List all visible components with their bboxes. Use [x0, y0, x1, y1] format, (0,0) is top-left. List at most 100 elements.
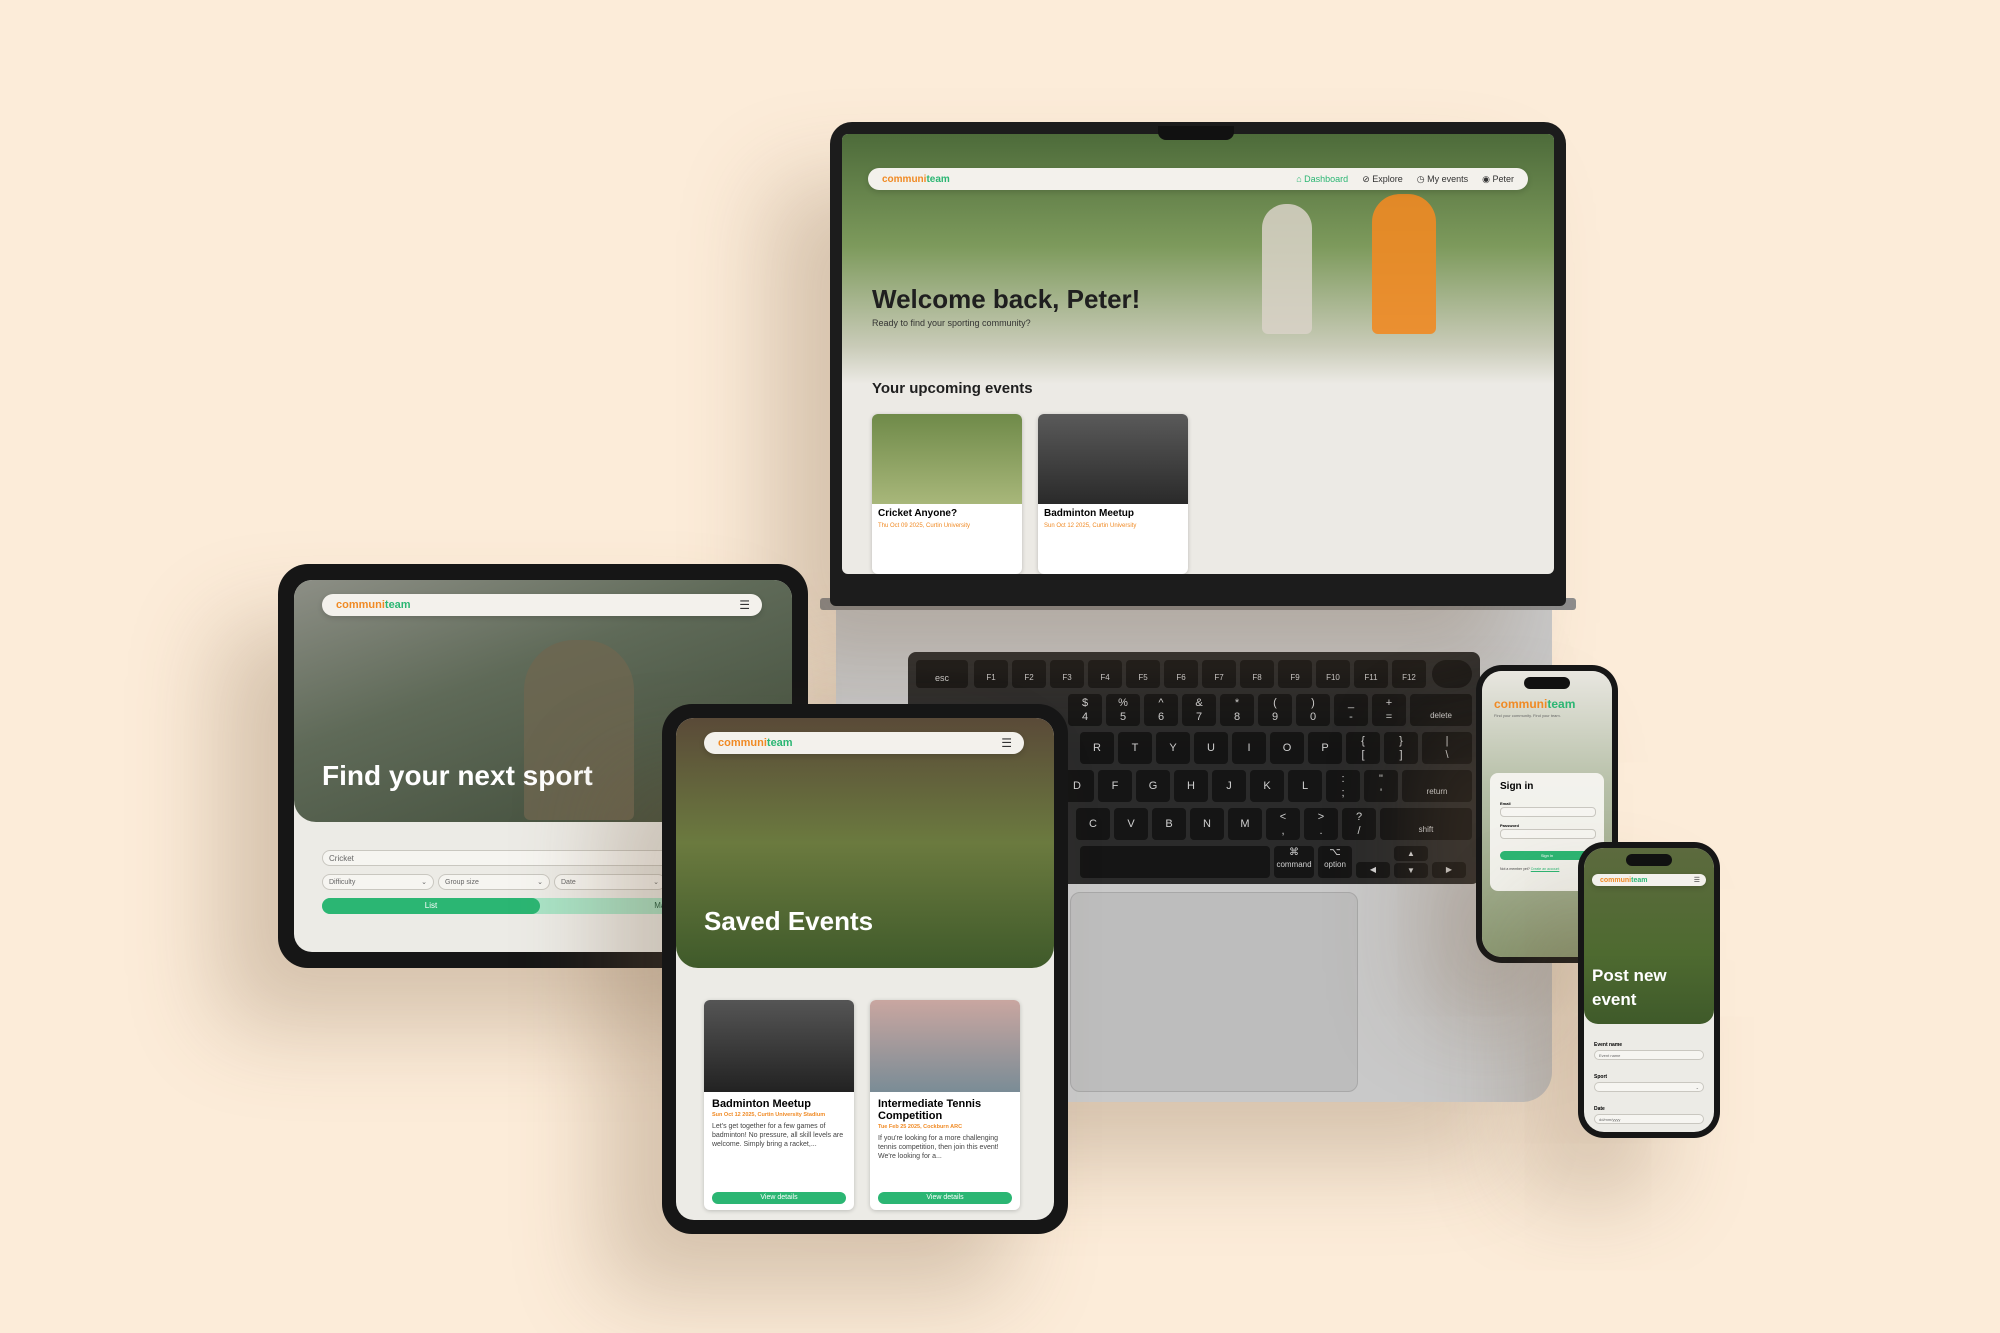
key-arrow-up[interactable]: ▲ — [1394, 846, 1428, 861]
key-quote[interactable]: " ' — [1364, 770, 1398, 802]
key-m[interactable]: M — [1228, 808, 1262, 840]
key-4[interactable]: $ 4 — [1068, 694, 1102, 726]
key-bracket-right[interactable]: } ] — [1384, 732, 1418, 764]
brand-logo[interactable]: communiteam — [1600, 877, 1647, 884]
key-o[interactable]: O — [1270, 732, 1304, 764]
sport-select[interactable]: ⌄ — [1594, 1082, 1704, 1092]
key-return[interactable]: return — [1402, 770, 1472, 802]
brand-logo[interactable]: communiteam — [882, 174, 950, 185]
key-f7[interactable]: F7 — [1202, 660, 1236, 688]
key-shift[interactable]: shift — [1380, 808, 1472, 840]
key-f2[interactable]: F2 — [1012, 660, 1046, 688]
hamburger-menu-icon[interactable]: ☰ — [739, 598, 750, 612]
key-comma[interactable]: < , — [1266, 808, 1300, 840]
event-meta: Thu Oct 09 2025, Curtin University — [878, 523, 971, 529]
key-space[interactable] — [1080, 846, 1270, 878]
laptop-screen: communiteam ⌂ Dashboard ⊘ Explore ◷ My e… — [842, 134, 1554, 574]
brand-logo[interactable]: communiteam — [718, 737, 793, 749]
key-slash[interactable]: ? / — [1342, 808, 1376, 840]
event-meta: Sun Oct 12 2025, Curtin University — [1044, 523, 1137, 529]
key-delete[interactable]: delete — [1410, 694, 1472, 726]
saved-event-card-badminton[interactable]: Badminton Meetup Sun Oct 12 2025, Curtin… — [704, 1000, 854, 1210]
key-arrow-right[interactable]: ▶ — [1432, 862, 1466, 878]
saved-event-card-tennis[interactable]: Intermediate Tennis Competition Tue Feb … — [870, 1000, 1020, 1210]
group-size-select[interactable]: Group size ⌄ — [438, 874, 550, 890]
difficulty-select[interactable]: Difficulty ⌄ — [322, 874, 434, 890]
key-7[interactable]: & 7 — [1182, 694, 1216, 726]
key-l[interactable]: L — [1288, 770, 1322, 802]
key-arrow-left[interactable]: ◀ — [1356, 862, 1390, 878]
create-account-link[interactable]: Create an account — [1531, 867, 1560, 871]
key-f5[interactable]: F5 — [1126, 660, 1160, 688]
key-h[interactable]: H — [1174, 770, 1208, 802]
date-label: Date — [1594, 1106, 1605, 1112]
key-esc[interactable]: esc — [916, 660, 968, 688]
event-image-tennis — [870, 1000, 1020, 1092]
view-details-button[interactable]: View details — [878, 1192, 1012, 1204]
hero-title: Post new event — [1592, 966, 1667, 1009]
key-k[interactable]: K — [1250, 770, 1284, 802]
key-f10[interactable]: F10 — [1316, 660, 1350, 688]
key-f3[interactable]: F3 — [1050, 660, 1084, 688]
key-arrow-down[interactable]: ▼ — [1394, 863, 1428, 878]
key-period[interactable]: > . — [1304, 808, 1338, 840]
brand-logo[interactable]: communiteam — [336, 599, 411, 611]
key-u[interactable]: U — [1194, 732, 1228, 764]
key-f9[interactable]: F9 — [1278, 660, 1312, 688]
event-card-badminton[interactable]: Badminton Meetup Sun Oct 12 2025, Curtin… — [1038, 414, 1188, 574]
key-f11[interactable]: F11 — [1354, 660, 1388, 688]
key-i[interactable]: I — [1232, 732, 1266, 764]
key-n[interactable]: N — [1190, 808, 1224, 840]
jogger-woman — [1262, 204, 1312, 334]
power-key[interactable] — [1432, 660, 1472, 688]
key-9[interactable]: ( 9 — [1258, 694, 1292, 726]
camera-notch — [1158, 126, 1234, 140]
key-6[interactable]: ^ 6 — [1144, 694, 1178, 726]
key-f12[interactable]: F12 — [1392, 660, 1426, 688]
key-8[interactable]: * 8 — [1220, 694, 1254, 726]
key-j[interactable]: J — [1212, 770, 1246, 802]
key-option[interactable]: ⌥ option — [1318, 846, 1352, 878]
hamburger-menu-icon[interactable]: ☰ — [1001, 736, 1012, 750]
key-p[interactable]: P — [1308, 732, 1342, 764]
key-f4[interactable]: F4 — [1088, 660, 1122, 688]
password-field[interactable] — [1500, 829, 1596, 839]
key-f8[interactable]: F8 — [1240, 660, 1274, 688]
key-5[interactable]: % 5 — [1106, 694, 1140, 726]
event-name-field[interactable]: Event name — [1594, 1050, 1704, 1060]
view-details-button[interactable]: View details — [712, 1192, 846, 1204]
key-y[interactable]: Y — [1156, 732, 1190, 764]
key-backslash[interactable]: | \ — [1422, 732, 1472, 764]
event-card-cricket[interactable]: Cricket Anyone? Thu Oct 09 2025, Curtin … — [872, 414, 1022, 574]
key-equals[interactable]: + = — [1372, 694, 1406, 726]
event-title: Badminton Meetup — [1044, 508, 1134, 519]
key-g[interactable]: G — [1136, 770, 1170, 802]
email-field[interactable] — [1500, 807, 1596, 817]
event-title: Intermediate Tennis Competition — [878, 1098, 982, 1122]
key-f[interactable]: F — [1098, 770, 1132, 802]
hamburger-menu-icon[interactable]: ☰ — [1694, 876, 1700, 884]
key-v[interactable]: V — [1114, 808, 1148, 840]
key-r[interactable]: R — [1080, 732, 1114, 764]
key-0[interactable]: ) 0 — [1296, 694, 1330, 726]
key-b[interactable]: B — [1152, 808, 1186, 840]
key-semicolon[interactable]: : ; — [1326, 770, 1360, 802]
key-f1[interactable]: F1 — [974, 660, 1008, 688]
nav-my-events[interactable]: ◷ My events — [1417, 174, 1468, 185]
key-f6[interactable]: F6 — [1164, 660, 1198, 688]
key-c[interactable]: C — [1076, 808, 1110, 840]
key-t[interactable]: T — [1118, 732, 1152, 764]
nav-explore[interactable]: ⊘ Explore — [1362, 174, 1403, 185]
key-minus[interactable]: _ - — [1334, 694, 1368, 726]
key-bracket-left[interactable]: { [ — [1346, 732, 1380, 764]
date-field[interactable]: dd/mm/yyyy — [1594, 1114, 1704, 1124]
jogger-man — [1372, 194, 1436, 334]
trackpad[interactable] — [1070, 892, 1358, 1092]
nav-dashboard[interactable]: ⌂ Dashboard — [1296, 174, 1348, 184]
date-select[interactable]: Date ⌄ — [554, 874, 666, 890]
nav-profile[interactable]: ◉ Peter — [1482, 174, 1514, 185]
list-toggle-button[interactable]: List — [322, 898, 540, 914]
event-description: If you're looking for a more challenging… — [878, 1135, 999, 1160]
brand-logo[interactable]: communiteam — [1494, 697, 1575, 711]
key-command[interactable]: ⌘ command — [1274, 846, 1314, 878]
